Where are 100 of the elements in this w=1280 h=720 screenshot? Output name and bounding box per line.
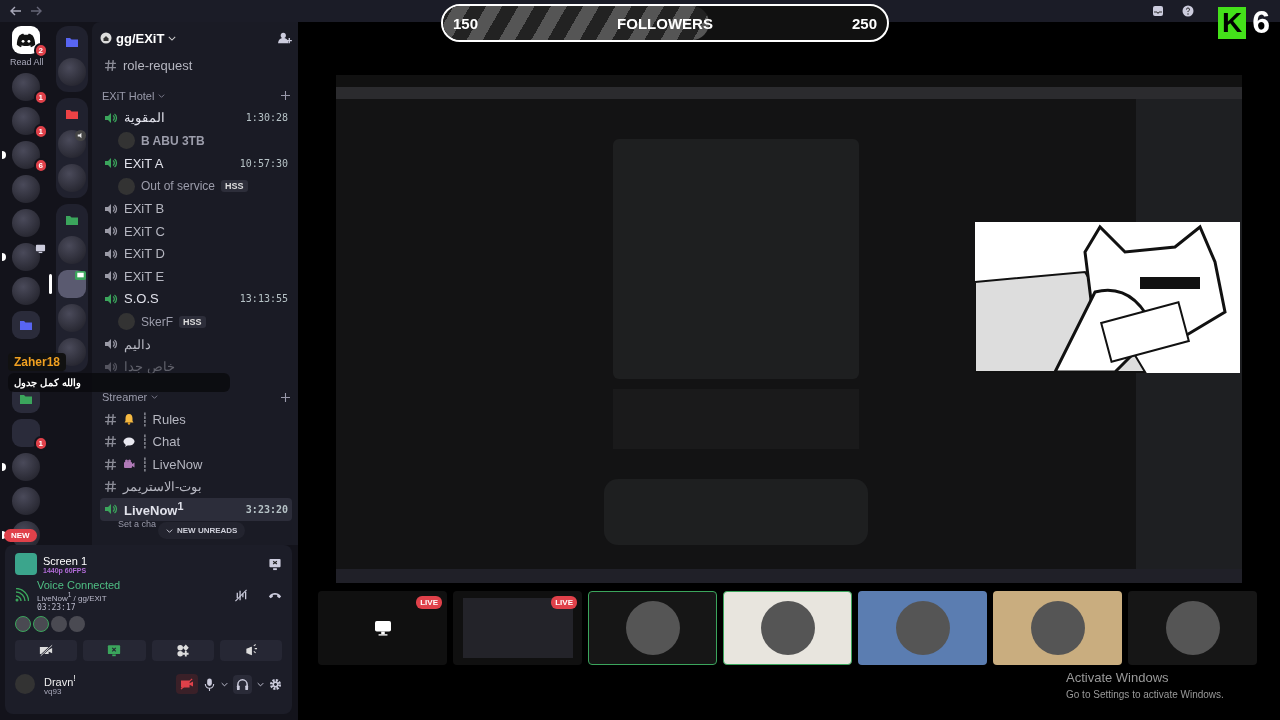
add-channel-icon[interactable]	[281, 91, 290, 100]
stop-stream-icon[interactable]	[268, 557, 282, 571]
voice-channel-link[interactable]: LiveNow$^{1}$ / gg/EXiT	[37, 591, 121, 603]
channel-status: Set a cha	[118, 518, 157, 529]
participant-tile[interactable]	[858, 591, 987, 665]
add-channel-icon[interactable]	[281, 392, 290, 402]
speaker-icon	[104, 157, 118, 170]
speaker-icon	[75, 130, 86, 141]
participant-tile[interactable]	[1128, 591, 1257, 665]
live-badge: LIVE	[551, 596, 577, 609]
participant-tile[interactable]	[723, 591, 852, 665]
category-header[interactable]: EXiT Hotel	[102, 89, 155, 102]
bell-icon	[123, 413, 135, 426]
follower-goal: 250	[851, 14, 877, 32]
megaphone-icon	[243, 643, 258, 657]
channel-item[interactable]: EXiT A 10:57:30	[100, 152, 292, 175]
speaker-icon	[104, 247, 118, 260]
elapsed-time: 03:23:17	[37, 602, 77, 612]
monitor-icon	[107, 643, 122, 657]
channel-item[interactable]: EXiT B	[100, 197, 292, 220]
settings-icon[interactable]	[269, 678, 282, 691]
monitor-icon	[35, 243, 46, 254]
hashtag-icon	[104, 480, 117, 494]
connection-status[interactable]: Voice Connected	[37, 579, 121, 591]
channel-item[interactable]: ┊ Rules	[100, 408, 292, 431]
channel-item[interactable]: LiveNow$^{1}$ 3:23:20	[100, 498, 292, 521]
hashtag-icon	[104, 457, 117, 471]
unread-indicator	[2, 463, 6, 471]
folder-icon[interactable]	[65, 36, 79, 48]
server-icon[interactable]	[58, 270, 86, 298]
chevron-down-icon[interactable]	[257, 682, 264, 687]
logo-number: 6	[1252, 4, 1270, 41]
camera-off-icon	[180, 678, 194, 691]
hashtag-icon	[104, 435, 117, 449]
help-icon[interactable]	[1182, 5, 1194, 17]
folder-icon[interactable]	[65, 214, 79, 226]
chevron-down-icon	[166, 528, 173, 533]
channel-item[interactable]: EXiT D	[100, 242, 292, 265]
stream-tile[interactable]: LIVE	[453, 591, 582, 665]
stream-tile[interactable]: LIVE	[318, 591, 447, 665]
clan-tag: HSS	[179, 315, 206, 328]
participant-avatar[interactable]	[33, 615, 49, 632]
goal-label: FOLLOWERS	[617, 14, 713, 32]
channel-item[interactable]: ┊ LiveNow	[100, 453, 292, 476]
server-icon[interactable]	[12, 243, 40, 271]
read-all-link[interactable]: Read All	[10, 57, 44, 67]
user-avatar	[118, 177, 135, 195]
user-avatar	[760, 601, 815, 655]
camera-off-icon	[39, 643, 54, 657]
speaker-icon	[104, 503, 118, 516]
channel-item[interactable]: role-request	[100, 54, 292, 77]
direct-messages-button[interactable]	[12, 26, 40, 54]
home-icon	[100, 32, 112, 44]
speaker-icon	[104, 202, 118, 215]
channel-item[interactable]: EXiT E	[100, 265, 292, 288]
channel-item[interactable]: EXiT C	[100, 220, 292, 243]
speaker-icon	[104, 292, 118, 305]
headphones-icon[interactable]	[233, 675, 252, 694]
add-member-icon[interactable]	[278, 32, 292, 44]
soundboard-button[interactable]	[219, 639, 282, 661]
channel-item[interactable]: داليم	[100, 333, 292, 356]
user-avatar	[118, 132, 135, 149]
inbox-icon[interactable]	[1152, 5, 1164, 17]
microphone-icon[interactable]	[203, 678, 216, 691]
monitor-icon	[373, 620, 392, 636]
user-avatar	[118, 313, 135, 330]
hashtag-icon	[104, 58, 117, 72]
activation-title: Activate Windows	[1066, 670, 1170, 685]
forward-arrow-icon[interactable]	[30, 6, 42, 16]
unread-indicator	[2, 151, 6, 159]
app-logo	[16, 32, 36, 48]
user-avatar	[895, 601, 950, 655]
participant-avatar[interactable]	[15, 615, 31, 632]
back-arrow-icon[interactable]	[10, 6, 22, 16]
shapes-icon	[175, 643, 190, 657]
member-name[interactable]: Out of service	[141, 179, 216, 193]
chevron-down-icon[interactable]	[168, 35, 177, 41]
user-tag: vq93	[44, 687, 76, 697]
signal-icon[interactable]	[15, 588, 29, 603]
member-name[interactable]: SkerF	[141, 314, 173, 329]
speaker-icon	[104, 338, 118, 351]
channel-item[interactable]: ┊ Chat	[100, 430, 292, 453]
speaker-icon	[104, 111, 118, 124]
participant-tile[interactable]	[993, 591, 1122, 665]
noise-suppression-icon[interactable]	[234, 588, 248, 602]
category-header[interactable]: Streamer	[102, 391, 148, 403]
channel-item[interactable]: بوت-الاستريمر	[100, 475, 292, 498]
screen-share-button[interactable]	[83, 639, 146, 661]
server-name[interactable]: gg/EXiT	[116, 30, 165, 46]
activities-button[interactable]	[151, 639, 214, 661]
new-unreads-button[interactable]: NEW UNREADS	[158, 522, 246, 539]
participant-tile[interactable]	[588, 591, 717, 665]
stream-title: Screen 1	[43, 554, 88, 567]
member-name[interactable]: B ABU 3TB	[141, 133, 205, 148]
chevron-down-icon[interactable]	[221, 682, 228, 687]
channel-item[interactable]: S.O.S 13:13:55	[100, 287, 292, 310]
folder-icon[interactable]	[65, 108, 79, 120]
user-avatar	[1165, 601, 1220, 655]
camera-toggle-button[interactable]	[176, 674, 198, 695]
camera-button[interactable]	[15, 639, 78, 661]
